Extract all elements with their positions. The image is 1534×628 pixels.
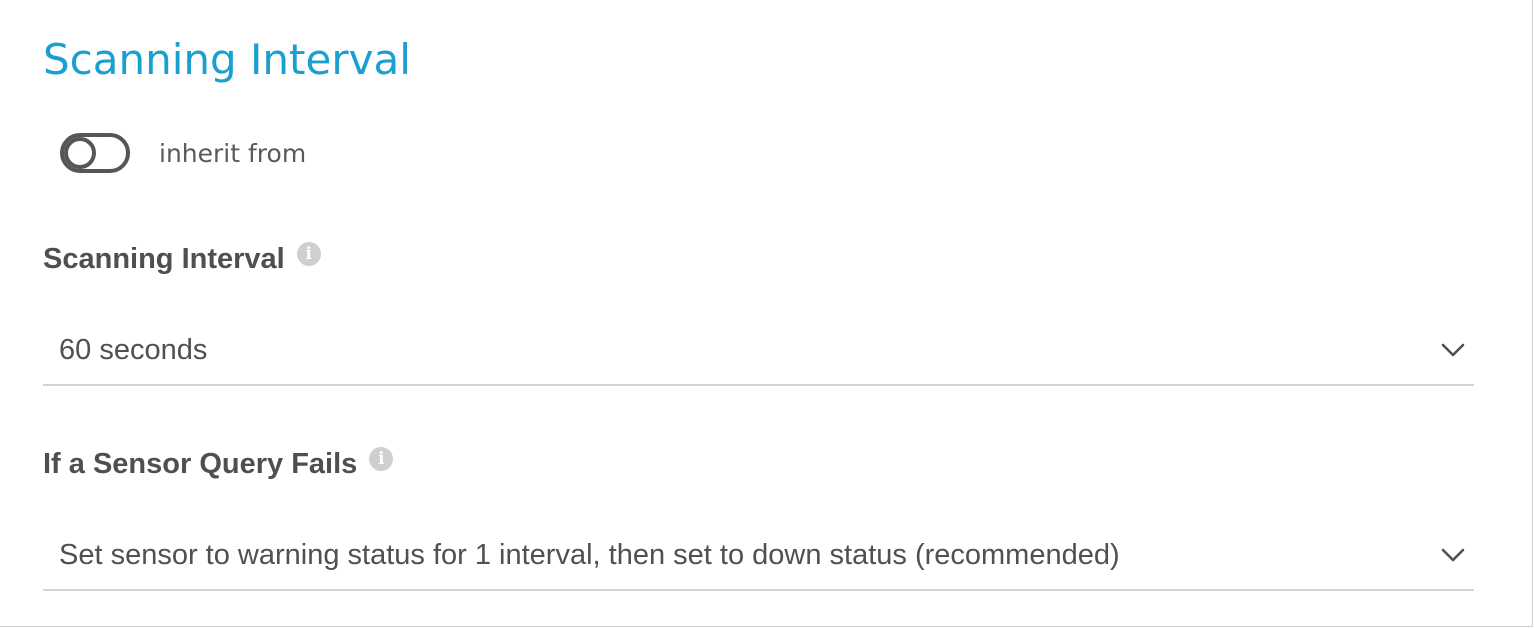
info-icon[interactable]: i bbox=[296, 242, 321, 266]
toggle-knob bbox=[64, 137, 96, 169]
scanning-interval-value: 60 seconds bbox=[59, 333, 208, 366]
query-failure-value: Set sensor to warning status for 1 inter… bbox=[59, 538, 1120, 571]
query-failure-label-text: If a Sensor Query Fails bbox=[43, 447, 358, 480]
inherit-label: inherit from bbox=[159, 138, 307, 168]
query-failure-label: If a Sensor Query Fails i bbox=[43, 445, 394, 483]
chevron-down-icon bbox=[1438, 540, 1468, 570]
inherit-row: inherit from bbox=[60, 129, 306, 177]
section-title: Scanning Interval bbox=[43, 35, 411, 84]
chevron-down-icon bbox=[1438, 335, 1468, 365]
scanning-interval-panel: Scanning Interval inherit from Scanning … bbox=[0, 0, 1533, 627]
inherit-toggle[interactable] bbox=[60, 133, 130, 173]
info-icon[interactable]: i bbox=[369, 447, 394, 471]
scanning-interval-label-text: Scanning Interval bbox=[43, 242, 285, 275]
scanning-interval-select[interactable]: 60 seconds bbox=[43, 316, 1474, 386]
query-failure-select[interactable]: Set sensor to warning status for 1 inter… bbox=[43, 521, 1474, 591]
scanning-interval-label: Scanning Interval i bbox=[43, 240, 321, 278]
